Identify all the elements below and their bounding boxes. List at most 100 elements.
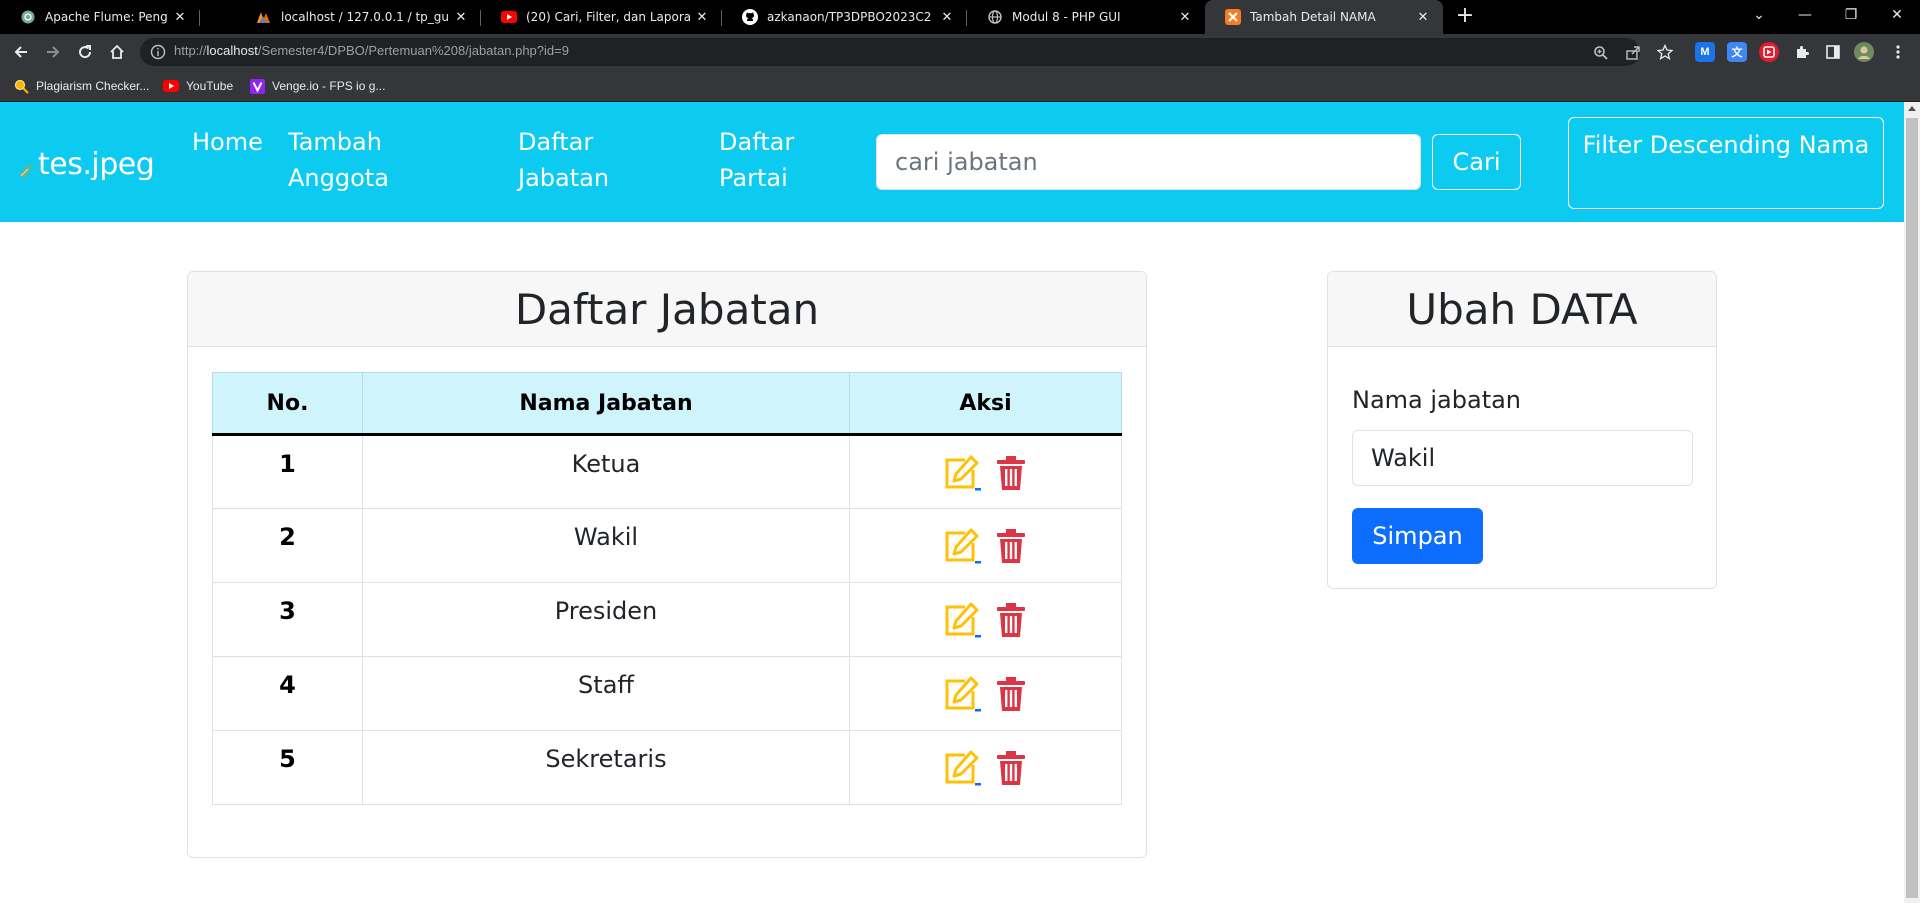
nav-link-home[interactable]: Home bbox=[192, 124, 263, 160]
edit-icon[interactable] bbox=[941, 453, 981, 493]
edit-icon[interactable] bbox=[941, 748, 981, 788]
bookmarks-bar: Plagiarism Checker... YouTube Venge.io -… bbox=[0, 70, 1920, 102]
card-title: Ubah DATA bbox=[1328, 272, 1716, 347]
scroll-up-icon[interactable] bbox=[1908, 106, 1916, 111]
browser-tab[interactable]: azkanaon/TP3DPBO2023C2 ✕ bbox=[722, 0, 967, 34]
nav-link-tambah-anggota[interactable]: Tambah Anggota bbox=[288, 124, 428, 196]
column-header: Nama Jabatan bbox=[362, 372, 850, 436]
tab-search-icon[interactable]: ⌄ bbox=[1736, 0, 1782, 30]
row-number: 4 bbox=[212, 656, 363, 731]
new-tab-button[interactable]: + bbox=[1452, 4, 1478, 30]
edit-icon[interactable] bbox=[941, 674, 981, 714]
browser-tab[interactable]: Modul 8 - PHP GUI ✕ bbox=[967, 0, 1205, 34]
bookmark-label: YouTube bbox=[186, 79, 234, 93]
table-row: 4 Staff bbox=[212, 656, 1122, 731]
close-tab-icon[interactable]: ✕ bbox=[168, 10, 192, 25]
extension-record-icon[interactable] bbox=[1759, 42, 1779, 62]
row-number: 3 bbox=[212, 582, 363, 657]
profile-avatar-icon[interactable] bbox=[1852, 40, 1876, 64]
nama-jabatan-input[interactable] bbox=[1352, 430, 1693, 486]
close-tab-icon[interactable]: ✕ bbox=[1411, 10, 1435, 25]
side-panel-icon[interactable] bbox=[1821, 40, 1845, 64]
table-row: 5 Sekretaris bbox=[212, 730, 1122, 805]
edit-icon[interactable] bbox=[941, 526, 981, 566]
bookmark-label: Venge.io - FPS io g... bbox=[272, 79, 386, 93]
back-icon[interactable] bbox=[9, 40, 33, 64]
extensions-puzzle-icon[interactable] bbox=[1790, 40, 1814, 64]
table-row: 1 Ketua bbox=[212, 434, 1122, 509]
page-scrollbar[interactable] bbox=[1904, 102, 1920, 903]
row-number: 2 bbox=[212, 508, 363, 583]
browser-tab-active[interactable]: Tambah Detail NAMA ✕ bbox=[1205, 0, 1443, 34]
extension-m-icon[interactable]: M bbox=[1695, 42, 1715, 62]
close-tab-icon[interactable]: ✕ bbox=[1173, 10, 1197, 25]
browser-menu-icon[interactable] bbox=[1886, 40, 1910, 64]
edit-form-card: Ubah DATA Nama jabatan Simpan bbox=[1327, 271, 1717, 589]
row-actions bbox=[849, 656, 1122, 731]
home-icon[interactable] bbox=[105, 40, 129, 64]
trash-icon[interactable] bbox=[991, 674, 1031, 714]
magnifier-icon bbox=[13, 78, 29, 94]
reload-icon[interactable] bbox=[73, 40, 97, 64]
close-tab-icon[interactable]: ✕ bbox=[690, 10, 714, 25]
jabatan-list-card: Daftar Jabatan No. Nama Jabatan Aksi 1 K… bbox=[187, 271, 1147, 858]
trash-icon[interactable] bbox=[991, 748, 1031, 788]
address-bar[interactable]: http://localhost/Semester4/DPBO/Pertemua… bbox=[140, 38, 1640, 66]
info-icon[interactable] bbox=[150, 44, 166, 60]
row-actions bbox=[849, 730, 1122, 805]
scrollbar-thumb[interactable] bbox=[1906, 118, 1918, 898]
share-icon[interactable] bbox=[1624, 44, 1642, 62]
close-tab-icon[interactable]: ✕ bbox=[935, 10, 959, 25]
browser-tab[interactable]: (20) Cari, Filter, dan Laporan sederhana… bbox=[481, 0, 722, 34]
minimize-icon[interactable]: — bbox=[1782, 0, 1828, 30]
bookmark-item[interactable]: YouTube bbox=[163, 76, 233, 96]
translate-icon[interactable]: 文 bbox=[1727, 42, 1747, 62]
nav-link-daftar-jabatan[interactable]: Daftar Jabatan bbox=[518, 124, 638, 196]
browser-tab[interactable]: Apache Flume: Pengumpulan Data ✕ bbox=[0, 0, 200, 34]
row-nama-jabatan: Sekretaris bbox=[362, 730, 850, 805]
url-text: http://localhost/Semester4/DPBO/Pertemua… bbox=[174, 43, 569, 58]
row-actions bbox=[849, 582, 1122, 657]
edit-icon[interactable] bbox=[941, 600, 981, 640]
row-actions bbox=[849, 434, 1122, 509]
table-row: 2 Wakil bbox=[212, 508, 1122, 583]
column-header: No. bbox=[212, 372, 363, 436]
table-header-row: No. Nama Jabatan Aksi bbox=[212, 372, 1122, 436]
row-nama-jabatan: Staff bbox=[362, 656, 850, 731]
tab-title: localhost / 127.0.0.1 / tp_guiphp bbox=[281, 10, 449, 24]
broken-image-icon bbox=[18, 154, 38, 178]
filter-descending-button[interactable]: Filter Descending Nama bbox=[1568, 117, 1884, 209]
forward-icon[interactable] bbox=[41, 40, 65, 64]
search-button[interactable]: Cari bbox=[1432, 134, 1521, 190]
jabatan-table: No. Nama Jabatan Aksi 1 Ketua 2 Wakil 3 … bbox=[212, 372, 1122, 805]
nama-jabatan-label: Nama jabatan bbox=[1352, 386, 1522, 414]
phpmyadmin-icon bbox=[256, 9, 272, 25]
youtube-icon bbox=[163, 78, 179, 94]
globe-icon bbox=[987, 9, 1003, 25]
brand-logo[interactable]: tes.jpeg bbox=[18, 148, 158, 180]
tab-title: (20) Cari, Filter, dan Laporan sederhana bbox=[526, 10, 690, 24]
simpan-button[interactable]: Simpan bbox=[1352, 508, 1483, 564]
trash-icon[interactable] bbox=[991, 600, 1031, 640]
trash-icon[interactable] bbox=[991, 526, 1031, 566]
trash-icon[interactable] bbox=[991, 453, 1031, 493]
row-nama-jabatan: Wakil bbox=[362, 508, 850, 583]
row-nama-jabatan: Presiden bbox=[362, 582, 850, 657]
xampp-icon bbox=[1225, 9, 1241, 25]
bookmark-label: Plagiarism Checker... bbox=[36, 79, 150, 93]
nav-link-daftar-partai[interactable]: Daftar Partai bbox=[719, 124, 829, 196]
browser-tab[interactable]: localhost / 127.0.0.1 / tp_guiphp ✕ bbox=[236, 0, 481, 34]
row-actions bbox=[849, 508, 1122, 583]
bookmark-star-icon[interactable] bbox=[1653, 40, 1677, 64]
search-input[interactable] bbox=[876, 134, 1421, 190]
tab-title: azkanaon/TP3DPBO2023C2 bbox=[767, 10, 932, 24]
tab-title: Apache Flume: Pengumpulan Data bbox=[45, 10, 168, 24]
close-tab-icon[interactable]: ✕ bbox=[449, 10, 473, 25]
zoom-icon[interactable] bbox=[1592, 44, 1610, 62]
bookmark-item[interactable]: Plagiarism Checker... bbox=[13, 76, 149, 96]
window-close-icon[interactable]: ✕ bbox=[1874, 0, 1920, 30]
tab-title: Tambah Detail NAMA bbox=[1250, 10, 1376, 24]
restore-icon[interactable]: ❐ bbox=[1828, 0, 1874, 30]
row-number: 1 bbox=[212, 434, 363, 509]
bookmark-item[interactable]: Venge.io - FPS io g... bbox=[249, 76, 385, 96]
